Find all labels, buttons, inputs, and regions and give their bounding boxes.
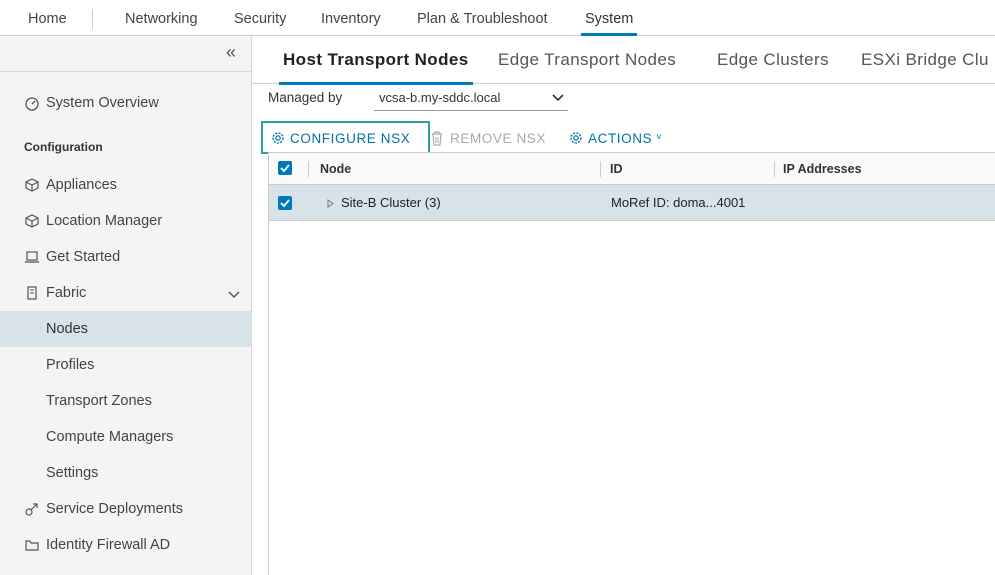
sidebar-item-label: Profiles [46,357,95,373]
laptop-icon [25,251,39,263]
tab-bar: Host Transport Nodes Edge Transport Node… [252,36,995,85]
sidebar-item-transport-zones[interactable]: Transport Zones [0,383,251,419]
sidebar-item-label: Nodes [46,321,88,337]
sidebar-item-label: Get Started [46,249,121,265]
folder-icon [25,540,39,551]
grid-header: Node ID IP Addresses [269,153,995,185]
remove-nsx-label: REMOVE NSX [450,131,547,146]
managed-by-value: vcsa-b.my-sddc.local [379,90,501,105]
nav-inventory[interactable]: Inventory [321,0,381,36]
tab-edge-transport-nodes[interactable]: Edge Transport Nodes [498,36,676,84]
sidebar-item-get-started[interactable]: Get Started [0,239,251,275]
sidebar-item-service-deployments[interactable]: Service Deployments [0,491,251,527]
column-separator [774,161,775,177]
sidebar-item-settings[interactable]: Settings [0,455,251,491]
sidebar-item-label: Location Manager [46,213,163,229]
cube-icon [25,214,39,228]
configure-nsx-button[interactable]: CONFIGURE NSX [261,121,430,154]
column-header-ip-addresses[interactable]: IP Addresses [783,153,862,185]
main-content: Host Transport Nodes Edge Transport Node… [252,36,995,575]
managed-by-label: Managed by [268,90,343,105]
nav-plan-troubleshoot[interactable]: Plan & Troubleshoot [417,0,548,36]
top-navigation-bar: Home Networking Security Inventory Plan … [0,0,995,36]
sidebar-item-label: System Overview [46,95,159,111]
nav-home[interactable]: Home [28,0,67,36]
sidebar-item-fabric[interactable]: Fabric [0,275,251,311]
configuration-heading: Configuration [24,140,103,154]
sidebar-item-label: Fabric [46,285,87,301]
host-nodes-grid: Node ID IP Addresses Site-B Cluster (3) … [268,152,995,575]
actions-label: ACTIONS [588,131,653,146]
sidebar-item-label: Transport Zones [46,393,152,409]
link-icon [25,503,38,516]
table-row[interactable]: Site-B Cluster (3) MoRef ID: doma...4001 [269,185,995,221]
column-header-id[interactable]: ID [610,153,623,185]
sidebar-item-system-overview[interactable]: System Overview [0,85,251,121]
configure-nsx-label: CONFIGURE NSX [290,131,411,146]
tab-host-transport-nodes[interactable]: Host Transport Nodes [279,36,473,85]
sidebar-item-label: Identity Firewall AD [46,537,171,553]
row-id: MoRef ID: doma...4001 [611,195,746,210]
double-chevron-left-icon[interactable]: « [226,43,242,62]
caret-down-icon: ˅ [656,132,662,143]
sidebar-item-identity-firewall-ad[interactable]: Identity Firewall AD [0,527,251,563]
sidebar-divider [0,71,251,72]
sidebar-item-compute-managers[interactable]: Compute Managers [0,419,251,455]
column-header-node[interactable]: Node [320,153,351,185]
select-all-checkbox[interactable] [278,161,292,175]
server-icon [27,286,37,300]
sidebar-item-profiles[interactable]: Profiles [0,347,251,383]
sidebar-item-nodes[interactable]: Nodes [0,311,251,347]
sidebar-item-label: Settings [46,465,99,481]
sidebar-item-appliances[interactable]: Appliances [0,167,251,203]
trash-icon [432,131,442,146]
managed-by-select[interactable]: vcsa-b.my-sddc.local [374,85,568,111]
sidebar-item-label: Service Deployments [46,501,183,517]
gear-icon [570,132,582,144]
row-node-name[interactable]: Site-B Cluster (3) [341,185,441,221]
nav-networking[interactable]: Networking [125,0,198,36]
sidebar-item-label: Compute Managers [46,429,174,445]
column-separator [600,161,601,177]
tab-edge-clusters[interactable]: Edge Clusters [717,36,829,84]
row-checkbox[interactable] [278,196,292,210]
nav-security[interactable]: Security [234,0,286,36]
column-separator [308,161,309,177]
dashboard-icon [25,97,39,111]
gear-icon [272,132,284,144]
sidebar: « System Overview Configuration Applianc… [0,36,252,575]
tab-esxi-bridge-clusters[interactable]: ESXi Bridge Clu [861,36,989,84]
cube-icon [25,178,39,192]
nav-system[interactable]: System [580,0,638,36]
chevron-down-icon[interactable] [227,287,241,301]
chevron-down-icon [552,94,564,102]
sidebar-item-location-manager[interactable]: Location Manager [0,203,251,239]
nav-divider [92,9,93,29]
sidebar-item-label: Appliances [46,177,117,193]
expand-caret-icon[interactable] [327,199,335,208]
